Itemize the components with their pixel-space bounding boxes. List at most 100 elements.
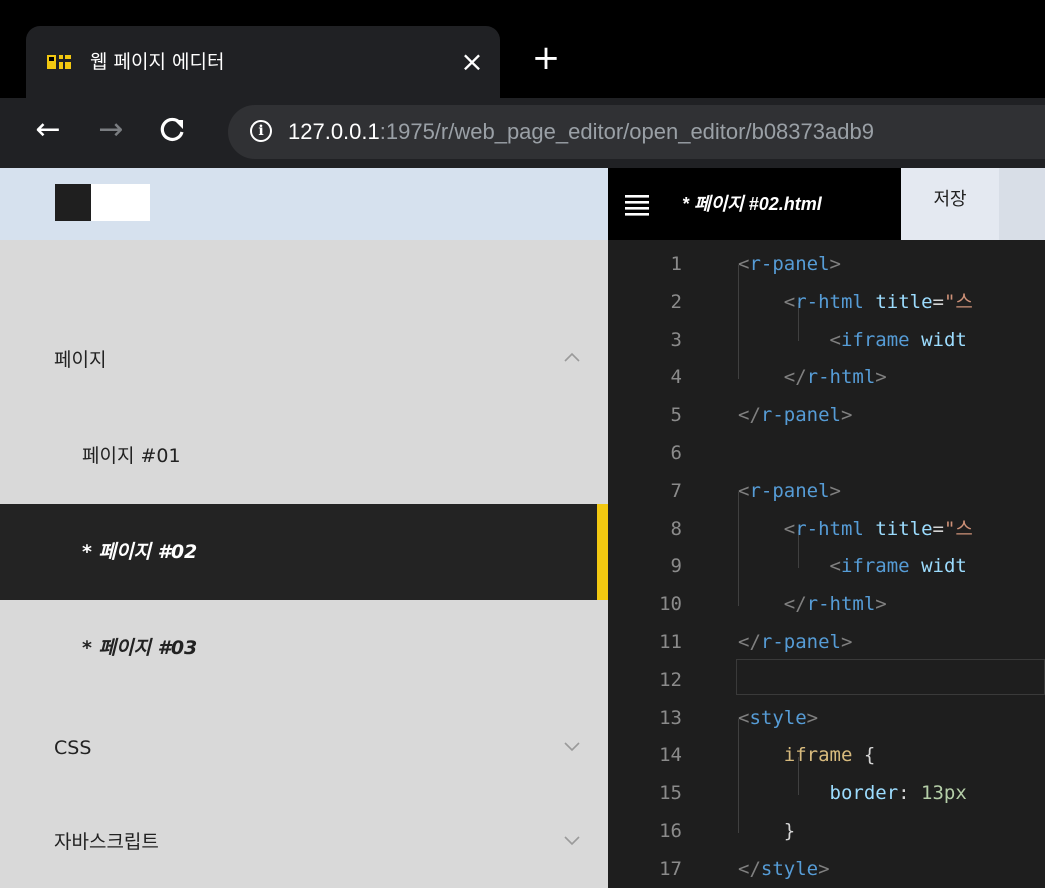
code-line[interactable]: 8 <r-html title="스: [608, 511, 1045, 549]
code-token: =: [932, 517, 944, 540]
code-token: <: [738, 253, 750, 275]
code-line[interactable]: 9 <iframe widt: [608, 548, 1045, 586]
code-text: <iframe widt: [738, 322, 967, 360]
section-css[interactable]: CSS: [0, 720, 608, 776]
code-token: "스: [943, 290, 973, 313]
forward-arrow-icon[interactable]: →: [91, 110, 131, 150]
code-token: r-panel: [749, 253, 830, 275]
code-line[interactable]: 5 </r-panel>: [608, 397, 1045, 435]
section-javascript[interactable]: 자바스크립트: [0, 814, 608, 870]
hamburger-menu-icon[interactable]: [625, 188, 649, 218]
page-item-label: * 페이지 #03: [82, 637, 198, 659]
code-token: >: [829, 479, 841, 502]
code-line[interactable]: 11 </r-panel>: [608, 624, 1045, 662]
code-token: r-panel: [749, 479, 830, 502]
code-line[interactable]: 7 <r-panel>: [608, 473, 1045, 511]
line-number: 17: [659, 857, 682, 880]
code-line[interactable]: 10 </r-html>: [608, 586, 1045, 624]
close-tab-icon[interactable]: ×: [454, 44, 490, 80]
code-area[interactable]: 1 <r-panel> 2 <r-html title="스 3 <iframe wi…: [608, 246, 1045, 889]
code-text: border: 13px: [738, 775, 967, 813]
code-token: <: [738, 479, 750, 502]
browser-toolbar: ← → i 127.0.0.1:1975/r/web_page_editor/o…: [0, 98, 1045, 168]
code-token: r-html: [806, 593, 876, 616]
page-item-02[interactable]: * 페이지 #02: [0, 504, 608, 600]
code-line[interactable]: 4 </r-html>: [608, 359, 1045, 397]
page-item-label: * 페이지 #02: [82, 541, 198, 563]
code-text: }: [738, 813, 795, 851]
code-line[interactable]: 3 <iframe widt: [608, 322, 1045, 360]
line-number: 5: [670, 404, 682, 427]
code-text: <r-html title="스: [738, 511, 973, 549]
line-number: 8: [670, 517, 682, 540]
editor-toolbar: * 페이지 #02.html 저장: [608, 168, 1045, 240]
browser-tab[interactable]: 웹 페이지 에디터 ×: [26, 26, 500, 98]
chevron-up-icon[interactable]: [560, 346, 584, 370]
code-token: >: [875, 366, 887, 389]
code-token: style: [749, 706, 807, 729]
logo-light-block: [91, 184, 150, 221]
code-token: =: [932, 290, 944, 313]
chevron-down-icon[interactable]: [560, 828, 584, 852]
app-favicon-icon: [47, 55, 71, 69]
code-text: <r-html title="스: [738, 284, 973, 322]
address-bar[interactable]: i 127.0.0.1:1975/r/web_page_editor/open_…: [228, 105, 1045, 159]
code-line[interactable]: 14 iframe {: [608, 737, 1045, 775]
code-token: <: [829, 328, 841, 351]
code-line[interactable]: 17 </style>: [608, 851, 1045, 889]
section-pages-label: 페이지: [54, 349, 107, 371]
line-number: 9: [670, 555, 682, 578]
site-info-icon[interactable]: i: [250, 120, 272, 142]
new-tab-button[interactable]: +: [528, 40, 564, 76]
code-token: <: [783, 517, 796, 540]
chevron-down-icon[interactable]: [560, 734, 584, 758]
code-text: <style>: [738, 700, 818, 738]
code-editor: * 페이지 #02.html 저장 1 <r-panel> 2 <r-html ti…: [608, 168, 1045, 888]
code-line[interactable]: 12: [608, 662, 1045, 700]
code-line[interactable]: 15 border: 13px: [608, 775, 1045, 813]
code-text: </r-html>: [738, 586, 887, 624]
page-item-label: 페이지 #01: [82, 445, 181, 467]
code-token: >: [829, 253, 841, 275]
code-text: iframe {: [738, 737, 876, 775]
line-number: 16: [659, 819, 682, 842]
save-button[interactable]: 저장: [901, 168, 999, 240]
back-arrow-icon[interactable]: ←: [28, 110, 68, 150]
code-text: </style>: [738, 851, 830, 889]
code-line[interactable]: 13 <style>: [608, 700, 1045, 738]
code-token: widt: [921, 555, 967, 578]
code-token: </: [738, 404, 761, 427]
code-token: iframe: [840, 555, 910, 578]
code-token: iframe: [840, 328, 910, 351]
code-line[interactable]: 1 <r-panel>: [608, 246, 1045, 284]
page-item-01[interactable]: 페이지 #01: [0, 408, 608, 504]
code-token: <: [829, 555, 841, 578]
line-number: 2: [670, 290, 682, 313]
code-token: widt: [921, 328, 967, 351]
toolbar-button-area[interactable]: [999, 168, 1045, 240]
page-item-03[interactable]: * 페이지 #03: [0, 600, 608, 696]
code-text: <iframe widt: [738, 548, 967, 586]
url-host: 127.0.0.1: [288, 119, 380, 144]
code-token: :: [898, 782, 922, 805]
code-token: 13px: [921, 782, 967, 805]
code-line[interactable]: 2 <r-html title="스: [608, 284, 1045, 322]
line-number: 4: [670, 366, 682, 389]
reload-icon[interactable]: [152, 110, 192, 150]
code-line[interactable]: 16 }: [608, 813, 1045, 851]
code-token: r-html: [806, 366, 876, 389]
code-token: </: [783, 593, 807, 616]
code-token: >: [840, 404, 853, 427]
code-text: <r-panel>: [738, 473, 841, 511]
section-css-label: CSS: [54, 737, 92, 759]
section-pages[interactable]: 페이지: [0, 332, 608, 388]
url-text: 127.0.0.1:1975/r/web_page_editor/open_ed…: [288, 116, 874, 148]
code-token: title: [875, 290, 933, 313]
code-line[interactable]: 6: [608, 435, 1045, 473]
